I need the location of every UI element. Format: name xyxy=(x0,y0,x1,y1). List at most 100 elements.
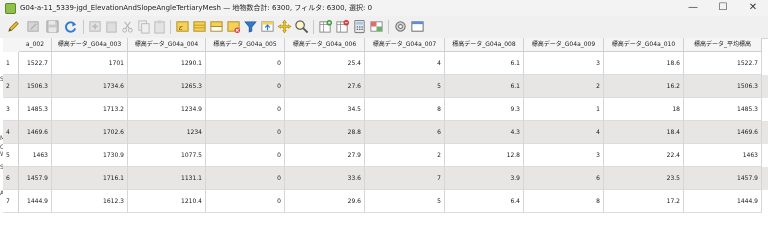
select-all-icon[interactable] xyxy=(192,19,207,34)
table-cell[interactable]: 1077.5 xyxy=(128,144,206,167)
table-cell[interactable]: 1506.3 xyxy=(19,75,52,98)
table-cell[interactable]: 1485.3 xyxy=(684,98,762,121)
dock-table-icon[interactable] xyxy=(410,19,425,34)
table-cell[interactable]: 8 xyxy=(365,98,445,121)
close-button[interactable]: ✕ xyxy=(738,0,768,16)
table-cell[interactable]: 5 xyxy=(365,190,445,213)
table-cell[interactable]: 0 xyxy=(206,190,285,213)
column-header[interactable]: 標高データ_G04a_007 xyxy=(365,38,445,52)
save-edits-icon[interactable] xyxy=(45,19,60,34)
table-cell[interactable]: 5 xyxy=(365,75,445,98)
table-cell[interactable]: 18 xyxy=(604,98,684,121)
cut-icon[interactable] xyxy=(120,19,135,34)
table-cell[interactable]: 1730.9 xyxy=(52,144,128,167)
table-cell[interactable]: 1444.9 xyxy=(684,190,762,213)
table-cell[interactable]: 1457.9 xyxy=(19,167,52,190)
table-cell[interactable]: 1457.9 xyxy=(684,167,762,190)
table-cell[interactable]: 1210.4 xyxy=(128,190,206,213)
table-cell[interactable]: 1716.1 xyxy=(52,167,128,190)
table-cell[interactable]: 1463 xyxy=(684,144,762,167)
table-cell[interactable]: 0 xyxy=(206,167,285,190)
table-row[interactable]: 7 1444.9 1612.3 1210.4 0 29.6 5 6.4 8 17.2 1444.9 xyxy=(3,190,768,213)
row-number[interactable]: 5 xyxy=(3,144,19,167)
table-cell[interactable]: 3 xyxy=(524,144,604,167)
column-header[interactable]: a_002 xyxy=(19,38,52,52)
select-by-expression-icon[interactable]: ε xyxy=(175,19,190,34)
table-row[interactable]: 4 1469.6 1702.6 1234 0 28.8 6 4.3 4 18.4 1469.6 xyxy=(3,121,768,144)
table-cell[interactable]: 1234.9 xyxy=(128,98,206,121)
table-cell[interactable]: 23.5 xyxy=(604,167,684,190)
table-cell[interactable]: 1702.6 xyxy=(52,121,128,144)
table-cell[interactable]: 1713.2 xyxy=(52,98,128,121)
table-cell[interactable]: 6.4 xyxy=(445,190,524,213)
table-cell[interactable]: 1234 xyxy=(128,121,206,144)
table-cell[interactable]: 18.4 xyxy=(604,121,684,144)
table-cell[interactable]: 6.1 xyxy=(445,52,524,75)
table-cell[interactable]: 33.6 xyxy=(285,167,365,190)
table-cell[interactable]: 18.6 xyxy=(604,52,684,75)
table-cell[interactable]: 1522.7 xyxy=(684,52,762,75)
table-cell[interactable]: 0 xyxy=(206,121,285,144)
table-cell[interactable]: 12.8 xyxy=(445,144,524,167)
field-calculator-icon[interactable] xyxy=(352,19,367,34)
new-field-icon[interactable] xyxy=(318,19,333,34)
table-cell[interactable]: 1463 xyxy=(19,144,52,167)
table-cell[interactable]: 28.8 xyxy=(285,121,365,144)
table-cell[interactable]: 8 xyxy=(524,190,604,213)
conditional-formatting-icon[interactable] xyxy=(369,19,384,34)
paste-icon[interactable] xyxy=(152,19,167,34)
invert-selection-icon[interactable] xyxy=(209,19,224,34)
filter-select-icon[interactable] xyxy=(243,19,258,34)
row-number[interactable]: 4 xyxy=(3,121,19,144)
delete-selected-icon[interactable] xyxy=(104,19,119,34)
table-row[interactable]: 2 1506.3 1734.6 1265.3 0 27.6 5 6.1 2 16.2 1506.3 xyxy=(3,75,768,98)
toggle-multi-edit-icon[interactable] xyxy=(26,19,41,34)
deselect-all-icon[interactable] xyxy=(226,19,241,34)
table-cell[interactable]: 1469.6 xyxy=(684,121,762,144)
column-header[interactable]: 標高データ_G04a_005 xyxy=(206,38,285,52)
table-row[interactable]: 1 1522.7 1701 1290.1 0 25.4 4 6.1 3 18.6 1522.7 xyxy=(3,52,768,75)
column-header[interactable]: 標高データ_G04a_004 xyxy=(128,38,206,52)
table-cell[interactable]: 25.4 xyxy=(285,52,365,75)
move-selection-top-icon[interactable] xyxy=(260,19,275,34)
table-cell[interactable]: 7 xyxy=(365,167,445,190)
table-cell[interactable]: 1485.3 xyxy=(19,98,52,121)
reload-table-icon[interactable] xyxy=(63,19,78,34)
table-cell[interactable]: 27.9 xyxy=(285,144,365,167)
delete-field-icon[interactable] xyxy=(335,19,350,34)
maximize-button[interactable]: ☐ xyxy=(708,0,738,16)
table-row[interactable]: 5 1463 1730.9 1077.5 0 27.9 2 12.8 3 22.4 1463 xyxy=(3,144,768,167)
table-cell[interactable]: 0 xyxy=(206,144,285,167)
table-cell[interactable]: 1290.1 xyxy=(128,52,206,75)
table-cell[interactable]: 1612.3 xyxy=(52,190,128,213)
pan-to-selected-icon[interactable] xyxy=(277,19,292,34)
add-feature-icon[interactable] xyxy=(88,19,103,34)
table-corner[interactable] xyxy=(3,38,20,53)
minimize-button[interactable]: — xyxy=(678,0,708,16)
toggle-editing-icon[interactable] xyxy=(6,19,21,34)
row-number[interactable]: 1 xyxy=(3,52,19,75)
table-cell[interactable]: 1444.9 xyxy=(19,190,52,213)
table-cell[interactable]: 0 xyxy=(206,98,285,121)
column-header[interactable]: 標高データ_G04a_008 xyxy=(445,38,524,52)
table-cell[interactable]: 1506.3 xyxy=(684,75,762,98)
table-cell[interactable]: 3.9 xyxy=(445,167,524,190)
row-number[interactable]: 3 xyxy=(3,98,19,121)
column-header[interactable]: 標高データ_G04a_009 xyxy=(524,38,604,52)
table-cell[interactable]: 1701 xyxy=(52,52,128,75)
table-cell[interactable]: 27.6 xyxy=(285,75,365,98)
table-row[interactable]: 3 1485.3 1713.2 1234.9 0 34.5 8 9.3 1 18 1485.3 xyxy=(3,98,768,121)
table-cell[interactable]: 22.4 xyxy=(604,144,684,167)
table-cell[interactable]: 2 xyxy=(524,75,604,98)
row-number[interactable]: 7 xyxy=(3,190,19,213)
zoom-to-selected-icon[interactable] xyxy=(294,19,309,34)
table-cell[interactable]: 6.1 xyxy=(445,75,524,98)
table-cell[interactable]: 2 xyxy=(365,144,445,167)
column-header[interactable]: 標高データ_G04a_006 xyxy=(285,38,365,52)
table-cell[interactable]: 3 xyxy=(524,52,604,75)
table-cell[interactable]: 1265.3 xyxy=(128,75,206,98)
table-cell[interactable]: 34.5 xyxy=(285,98,365,121)
table-cell[interactable]: 4 xyxy=(365,52,445,75)
table-cell[interactable]: 1 xyxy=(524,98,604,121)
table-cell[interactable]: 29.6 xyxy=(285,190,365,213)
